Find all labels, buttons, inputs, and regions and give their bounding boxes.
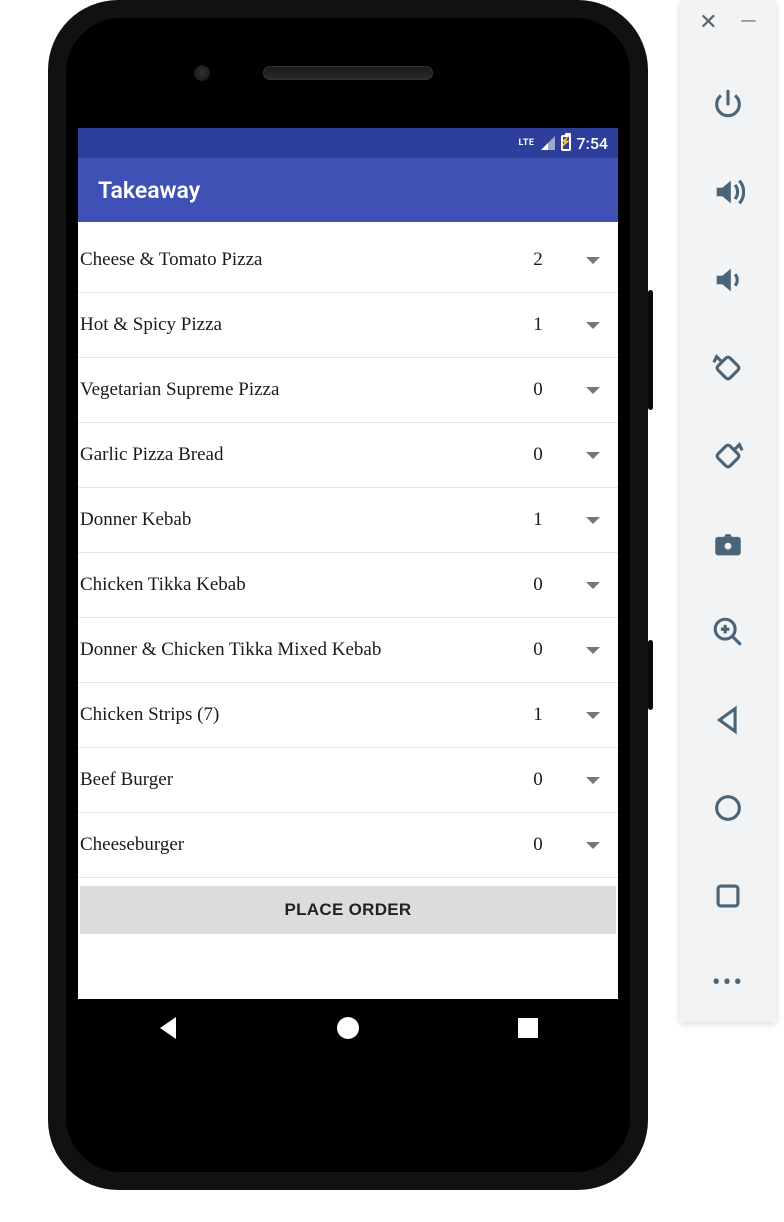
- emu-volume-down-button[interactable]: [709, 261, 747, 299]
- place-order-button[interactable]: PLACE ORDER: [80, 886, 616, 934]
- emu-more-button[interactable]: •••: [712, 968, 744, 1022]
- item-qty: 0: [508, 639, 568, 661]
- chevron-down-icon: [586, 452, 600, 459]
- item-name: Chicken Strips (7): [78, 704, 508, 726]
- item-qty: 0: [508, 574, 568, 596]
- item-qty: 1: [508, 314, 568, 336]
- emu-overview-button[interactable]: [709, 877, 747, 915]
- item-qty: 1: [508, 509, 568, 531]
- qty-dropdown[interactable]: [568, 517, 618, 524]
- item-qty: 0: [508, 379, 568, 401]
- list-item[interactable]: Hot & Spicy Pizza 1: [78, 293, 618, 358]
- emu-rotate-right-button[interactable]: [709, 437, 747, 475]
- item-name: Beef Burger: [78, 769, 508, 791]
- list-item[interactable]: Donner Kebab 1: [78, 488, 618, 553]
- phone-side-button: [648, 640, 653, 710]
- square-overview-icon: [711, 879, 745, 913]
- item-name: Cheese & Tomato Pizza: [78, 249, 508, 271]
- chevron-down-icon: [586, 257, 600, 264]
- recent-icon: [518, 1018, 538, 1038]
- qty-dropdown[interactable]: [568, 842, 618, 849]
- chevron-down-icon: [586, 712, 600, 719]
- list-item[interactable]: Donner & Chicken Tikka Mixed Kebab 0: [78, 618, 618, 683]
- nav-recent-button[interactable]: [514, 1014, 542, 1042]
- nav-back-button[interactable]: [154, 1014, 182, 1042]
- list-item[interactable]: Cheese & Tomato Pizza 2: [78, 228, 618, 293]
- volume-up-icon: [711, 175, 745, 209]
- list-item[interactable]: Vegetarian Supreme Pizza 0: [78, 358, 618, 423]
- emu-power-button[interactable]: [709, 85, 747, 123]
- chevron-down-icon: [586, 322, 600, 329]
- emu-rotate-left-button[interactable]: [709, 349, 747, 387]
- rotate-left-icon: [711, 351, 745, 385]
- qty-dropdown[interactable]: [568, 582, 618, 589]
- emu-back-button[interactable]: [709, 701, 747, 739]
- chevron-down-icon: [586, 387, 600, 394]
- list-item[interactable]: Chicken Tikka Kebab 0: [78, 553, 618, 618]
- menu-list: Cheese & Tomato Pizza 2 Hot & Spicy Pizz…: [78, 222, 618, 934]
- volume-down-icon: [711, 263, 745, 297]
- item-name: Donner & Chicken Tikka Mixed Kebab: [78, 639, 508, 661]
- item-qty: 0: [508, 444, 568, 466]
- item-name: Hot & Spicy Pizza: [78, 314, 508, 336]
- phone-camera: [194, 65, 210, 81]
- emu-volume-up-button[interactable]: [709, 173, 747, 211]
- phone-side-button: [648, 290, 653, 410]
- qty-dropdown[interactable]: [568, 387, 618, 394]
- item-name: Vegetarian Supreme Pizza: [78, 379, 508, 401]
- item-qty: 1: [508, 704, 568, 726]
- qty-dropdown[interactable]: [568, 647, 618, 654]
- chevron-down-icon: [586, 842, 600, 849]
- emu-home-button[interactable]: [709, 789, 747, 827]
- signal-icon: [541, 136, 555, 150]
- rotate-right-icon: [711, 439, 745, 473]
- qty-dropdown[interactable]: [568, 257, 618, 264]
- phone-speaker: [263, 66, 433, 80]
- item-name: Chicken Tikka Kebab: [78, 574, 508, 596]
- item-name: Cheeseburger: [78, 834, 508, 856]
- camera-icon: [711, 527, 745, 561]
- item-qty: 0: [508, 769, 568, 791]
- clock: 7:54: [577, 134, 609, 153]
- status-bar: LTE ⚡ 7:54: [78, 128, 618, 158]
- phone-frame: LTE ⚡ 7:54 Takeaway Cheese & Tomato Pizz…: [48, 0, 648, 1190]
- item-name: Donner Kebab: [78, 509, 508, 531]
- chevron-down-icon: [586, 582, 600, 589]
- back-icon: [160, 1017, 176, 1039]
- app-title: Takeaway: [98, 177, 200, 204]
- zoom-in-icon: [711, 615, 745, 649]
- emu-minimize-button[interactable]: —: [740, 10, 757, 35]
- nav-home-button[interactable]: [334, 1014, 362, 1042]
- item-qty: 0: [508, 834, 568, 856]
- home-icon: [337, 1017, 359, 1039]
- emu-screenshot-button[interactable]: [709, 525, 747, 563]
- chevron-down-icon: [586, 647, 600, 654]
- emu-zoom-button[interactable]: [709, 613, 747, 651]
- item-qty: 2: [508, 249, 568, 271]
- item-name: Garlic Pizza Bread: [78, 444, 508, 466]
- qty-dropdown[interactable]: [568, 712, 618, 719]
- phone-earpiece-area: [66, 18, 630, 128]
- circle-home-icon: [711, 791, 745, 825]
- android-nav-bar: [78, 999, 618, 1057]
- emulator-toolbar: ✕ — •••: [680, 0, 776, 1022]
- emu-close-button[interactable]: ✕: [699, 10, 717, 35]
- list-item[interactable]: Beef Burger 0: [78, 748, 618, 813]
- power-icon: [711, 87, 745, 121]
- battery-icon: ⚡: [561, 135, 571, 151]
- qty-dropdown[interactable]: [568, 452, 618, 459]
- chevron-down-icon: [586, 777, 600, 784]
- triangle-back-icon: [711, 703, 745, 737]
- app-bar: Takeaway: [78, 158, 618, 222]
- chevron-down-icon: [586, 517, 600, 524]
- list-item[interactable]: Garlic Pizza Bread 0: [78, 423, 618, 488]
- phone-screen: LTE ⚡ 7:54 Takeaway Cheese & Tomato Pizz…: [78, 128, 618, 1057]
- qty-dropdown[interactable]: [568, 777, 618, 784]
- qty-dropdown[interactable]: [568, 322, 618, 329]
- list-item[interactable]: Cheeseburger 0: [78, 813, 618, 878]
- list-item[interactable]: Chicken Strips (7) 1: [78, 683, 618, 748]
- network-label: LTE: [518, 138, 534, 148]
